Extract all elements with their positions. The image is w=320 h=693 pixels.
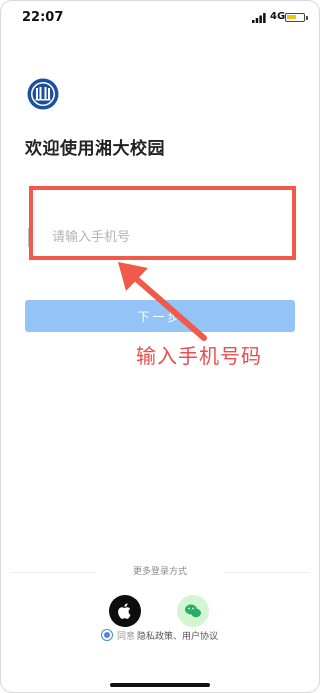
annotation-text: 输入手机号码: [136, 344, 262, 368]
apple-login-button[interactable]: [109, 595, 141, 627]
battery-tip: [306, 16, 308, 20]
wechat-login-button[interactable]: [177, 595, 209, 627]
divider-line-right: [224, 572, 310, 573]
agree-label: 同意: [117, 632, 136, 642]
welcome-title: 欢迎使用湘大校园: [25, 139, 165, 159]
apple-icon: [118, 603, 131, 619]
network-type: 4G: [270, 11, 286, 22]
signal-icon: [252, 13, 266, 23]
country-code-bracket: [28, 228, 33, 247]
university-seal-icon: [27, 78, 59, 110]
wechat-icon: [185, 604, 201, 618]
phone-field: [28, 218, 298, 258]
next-button[interactable]: 下一步: [25, 300, 295, 332]
more-login-label: 更多登录方式: [132, 567, 187, 577]
status-bar: 22:07 4G: [0, 0, 320, 32]
agreement-radio-dot: [104, 632, 110, 638]
battery-level: [287, 15, 296, 19]
phone-input[interactable]: [52, 222, 292, 252]
status-time: 22:07: [22, 10, 64, 25]
home-indicator: [110, 683, 210, 687]
agreement-radio[interactable]: [101, 629, 113, 641]
policy-link[interactable]: 隐私政策、用户协议: [137, 629, 218, 642]
battery-icon: [285, 13, 305, 22]
more-login-divider: 更多登录方式: [0, 563, 320, 583]
